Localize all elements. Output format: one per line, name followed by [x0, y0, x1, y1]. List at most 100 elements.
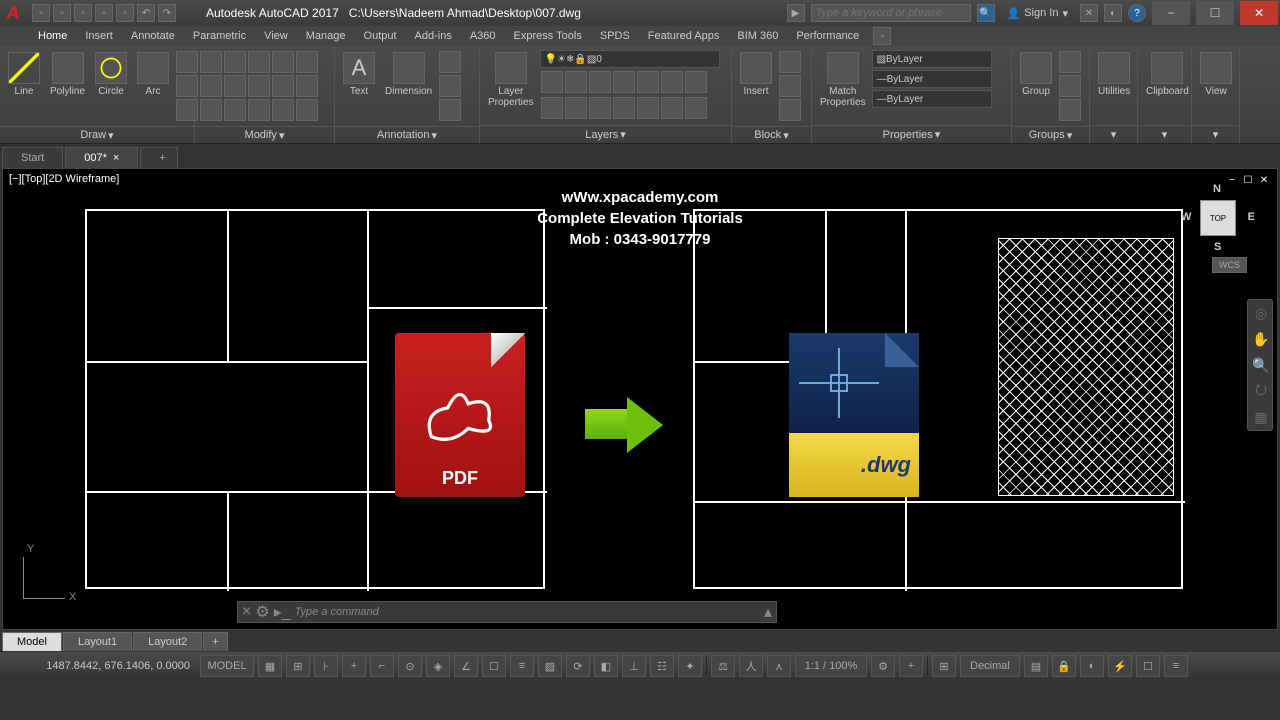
- color-selector[interactable]: ▨ ByLayer: [872, 50, 992, 68]
- tab-parametric[interactable]: Parametric: [185, 28, 254, 44]
- layer-tool-icon[interactable]: [661, 97, 683, 119]
- panel-annotation[interactable]: Annotation ▾: [335, 126, 479, 143]
- layout-tab-2[interactable]: Layout2: [133, 632, 202, 651]
- layer-tool-icon[interactable]: [637, 97, 659, 119]
- anno-icon[interactable]: [439, 75, 461, 97]
- move-icon[interactable]: [200, 51, 222, 73]
- modify-icon[interactable]: [296, 75, 318, 97]
- tab-express[interactable]: Express Tools: [506, 28, 590, 44]
- text-button[interactable]: AText: [339, 50, 379, 99]
- anno-icon[interactable]: [439, 51, 461, 73]
- gizmo-icon[interactable]: ✦: [678, 655, 702, 677]
- scale-icon[interactable]: [224, 99, 246, 121]
- nav-wheel-icon[interactable]: ◎: [1248, 300, 1274, 326]
- nav-pan-icon[interactable]: ✋: [1248, 326, 1274, 352]
- qat-saveas-icon[interactable]: ▫: [95, 4, 113, 22]
- panel-block[interactable]: Block ▾: [732, 126, 811, 143]
- block-tool-icon[interactable]: [779, 75, 801, 97]
- isodraft-icon[interactable]: ◈: [426, 655, 450, 677]
- drawing-canvas[interactable]: [−][Top][2D Wireframe] − ☐ ✕ wWw.xpacade…: [2, 168, 1278, 630]
- linetype-selector[interactable]: — ByLayer: [872, 90, 992, 108]
- viewport-label[interactable]: [−][Top][2D Wireframe]: [9, 173, 119, 185]
- dynamic-input-icon[interactable]: +: [342, 655, 366, 677]
- doc-tab-start[interactable]: Start: [2, 147, 63, 168]
- ortho-icon[interactable]: ⌐: [370, 655, 394, 677]
- maximize-button[interactable]: ☐: [1196, 1, 1234, 25]
- nav-showmotion-icon[interactable]: ▦: [1248, 404, 1274, 430]
- layer-tool-icon[interactable]: [589, 71, 611, 93]
- modify-icon[interactable]: [296, 51, 318, 73]
- search-play-icon[interactable]: ▶: [787, 4, 805, 22]
- insert-block-button[interactable]: Insert: [736, 50, 776, 99]
- qat-undo-icon[interactable]: ↶: [137, 4, 155, 22]
- cmd-expand-icon[interactable]: ▴: [764, 602, 772, 622]
- anno-icon[interactable]: [439, 99, 461, 121]
- layer-tool-icon[interactable]: [685, 97, 707, 119]
- block-tool-icon[interactable]: [779, 99, 801, 121]
- qat-plot-icon[interactable]: ▫: [116, 4, 134, 22]
- doc-tab-file[interactable]: 007* ×: [65, 147, 138, 168]
- wcs-label[interactable]: WCS: [1212, 257, 1247, 273]
- qat-save-icon[interactable]: ▫: [74, 4, 92, 22]
- layer-tool-icon[interactable]: [637, 71, 659, 93]
- 3dosnap-icon[interactable]: ◧: [594, 655, 618, 677]
- close-button[interactable]: ✕: [1240, 1, 1278, 25]
- help-icon[interactable]: ?: [1128, 4, 1146, 22]
- tab-insert[interactable]: Insert: [77, 28, 121, 44]
- group-tool-icon[interactable]: [1059, 75, 1081, 97]
- canvas-close-icon[interactable]: ✕: [1257, 173, 1271, 187]
- help-search-input[interactable]: [811, 4, 971, 22]
- exchange-icon[interactable]: ✕: [1080, 4, 1098, 22]
- minimize-button[interactable]: −: [1152, 1, 1190, 25]
- hardware-icon[interactable]: ⚡: [1108, 655, 1132, 677]
- signin-button[interactable]: 👤Sign In▾: [1001, 7, 1074, 20]
- layer-tool-icon[interactable]: [541, 97, 563, 119]
- qat-redo-icon[interactable]: ↷: [158, 4, 176, 22]
- search-icon[interactable]: 🔍: [977, 4, 995, 22]
- ribbon-collapse-icon[interactable]: ▫: [873, 27, 891, 45]
- group-tool-icon[interactable]: [1059, 51, 1081, 73]
- filtering-icon[interactable]: ☷: [650, 655, 674, 677]
- command-input[interactable]: Type a command: [295, 606, 760, 618]
- layer-tool-icon[interactable]: [613, 97, 635, 119]
- command-line[interactable]: × ⚙ ▸_ Type a command ▴: [237, 601, 777, 623]
- trim-icon[interactable]: [248, 51, 270, 73]
- panel-modify[interactable]: Modify ▾: [195, 126, 334, 143]
- status-model-toggle[interactable]: MODEL: [200, 655, 254, 677]
- nav-orbit-icon[interactable]: ⭮: [1248, 378, 1274, 404]
- tab-addins[interactable]: Add-ins: [407, 28, 460, 44]
- lockui-icon[interactable]: 🔒: [1052, 655, 1076, 677]
- panel-view[interactable]: ▾: [1192, 125, 1239, 143]
- line-button[interactable]: Line: [4, 50, 44, 99]
- tab-annotate[interactable]: Annotate: [123, 28, 183, 44]
- offset-icon[interactable]: [272, 99, 294, 121]
- layer-tool-icon[interactable]: [613, 71, 635, 93]
- units-icon[interactable]: ⊞: [932, 655, 956, 677]
- layer-tool-icon[interactable]: [565, 71, 587, 93]
- utilities-button[interactable]: Utilities: [1094, 50, 1134, 99]
- quickprop-icon[interactable]: ▤: [1024, 655, 1048, 677]
- layer-tool-icon[interactable]: [589, 97, 611, 119]
- layer-tool-icon[interactable]: [685, 71, 707, 93]
- clipboard-button[interactable]: Clipboard: [1142, 50, 1193, 99]
- tab-performance[interactable]: Performance: [788, 28, 867, 44]
- erase-icon[interactable]: [272, 51, 294, 73]
- circle-button[interactable]: Circle: [91, 50, 131, 99]
- copy-icon[interactable]: [200, 75, 222, 97]
- cleanscreen-icon[interactable]: ☐: [1136, 655, 1160, 677]
- lineweight-icon[interactable]: ≡: [510, 655, 534, 677]
- app-logo[interactable]: A: [0, 0, 26, 26]
- panel-clipboard[interactable]: ▾: [1138, 125, 1191, 143]
- fillet-icon[interactable]: [248, 75, 270, 97]
- qat-new-icon[interactable]: ▫: [32, 4, 50, 22]
- layout-tab-model[interactable]: Model: [2, 632, 62, 651]
- layer-tool-icon[interactable]: [565, 97, 587, 119]
- anno-monitor-icon[interactable]: +: [899, 655, 923, 677]
- explode-icon[interactable]: [272, 75, 294, 97]
- polar-icon[interactable]: ⊙: [398, 655, 422, 677]
- anno-vis-icon[interactable]: 人: [739, 655, 763, 677]
- tab-manage[interactable]: Manage: [298, 28, 354, 44]
- viewcube-top[interactable]: TOP: [1200, 200, 1236, 236]
- tab-home[interactable]: Home: [30, 28, 75, 44]
- qat-open-icon[interactable]: ▫: [53, 4, 71, 22]
